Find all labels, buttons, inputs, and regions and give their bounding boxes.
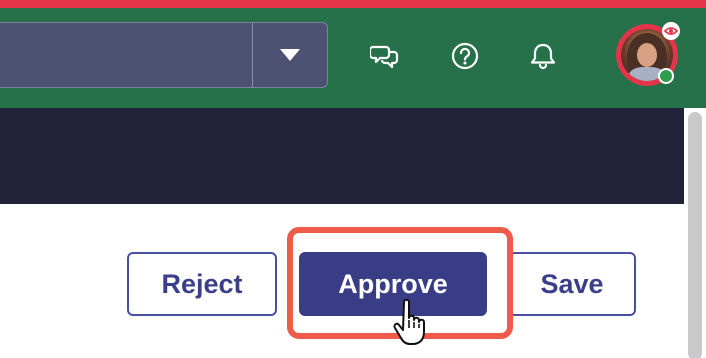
- search-input[interactable]: [5, 23, 245, 87]
- bell-icon[interactable]: [525, 38, 561, 74]
- pointer-hand-icon: [393, 298, 425, 345]
- help-icon[interactable]: [447, 38, 483, 74]
- search-combobox[interactable]: [0, 22, 328, 88]
- save-button[interactable]: Save: [508, 252, 636, 316]
- dropdown-button[interactable]: [253, 23, 327, 87]
- app-frame: Reject Approve Save: [0, 0, 706, 358]
- main-content: Reject Approve Save: [0, 204, 684, 358]
- chat-icon[interactable]: [367, 38, 403, 74]
- user-avatar-button[interactable]: [616, 22, 682, 90]
- secondary-navbar: [0, 108, 684, 204]
- eye-icon: [662, 22, 680, 40]
- top-header: [0, 8, 706, 108]
- top-accent-strip: [0, 0, 706, 8]
- online-status-icon: [658, 68, 674, 84]
- reject-button[interactable]: Reject: [127, 252, 277, 316]
- vertical-scrollbar[interactable]: [684, 108, 706, 358]
- caret-down-icon: [280, 49, 300, 61]
- scrollbar-thumb[interactable]: [688, 112, 702, 358]
